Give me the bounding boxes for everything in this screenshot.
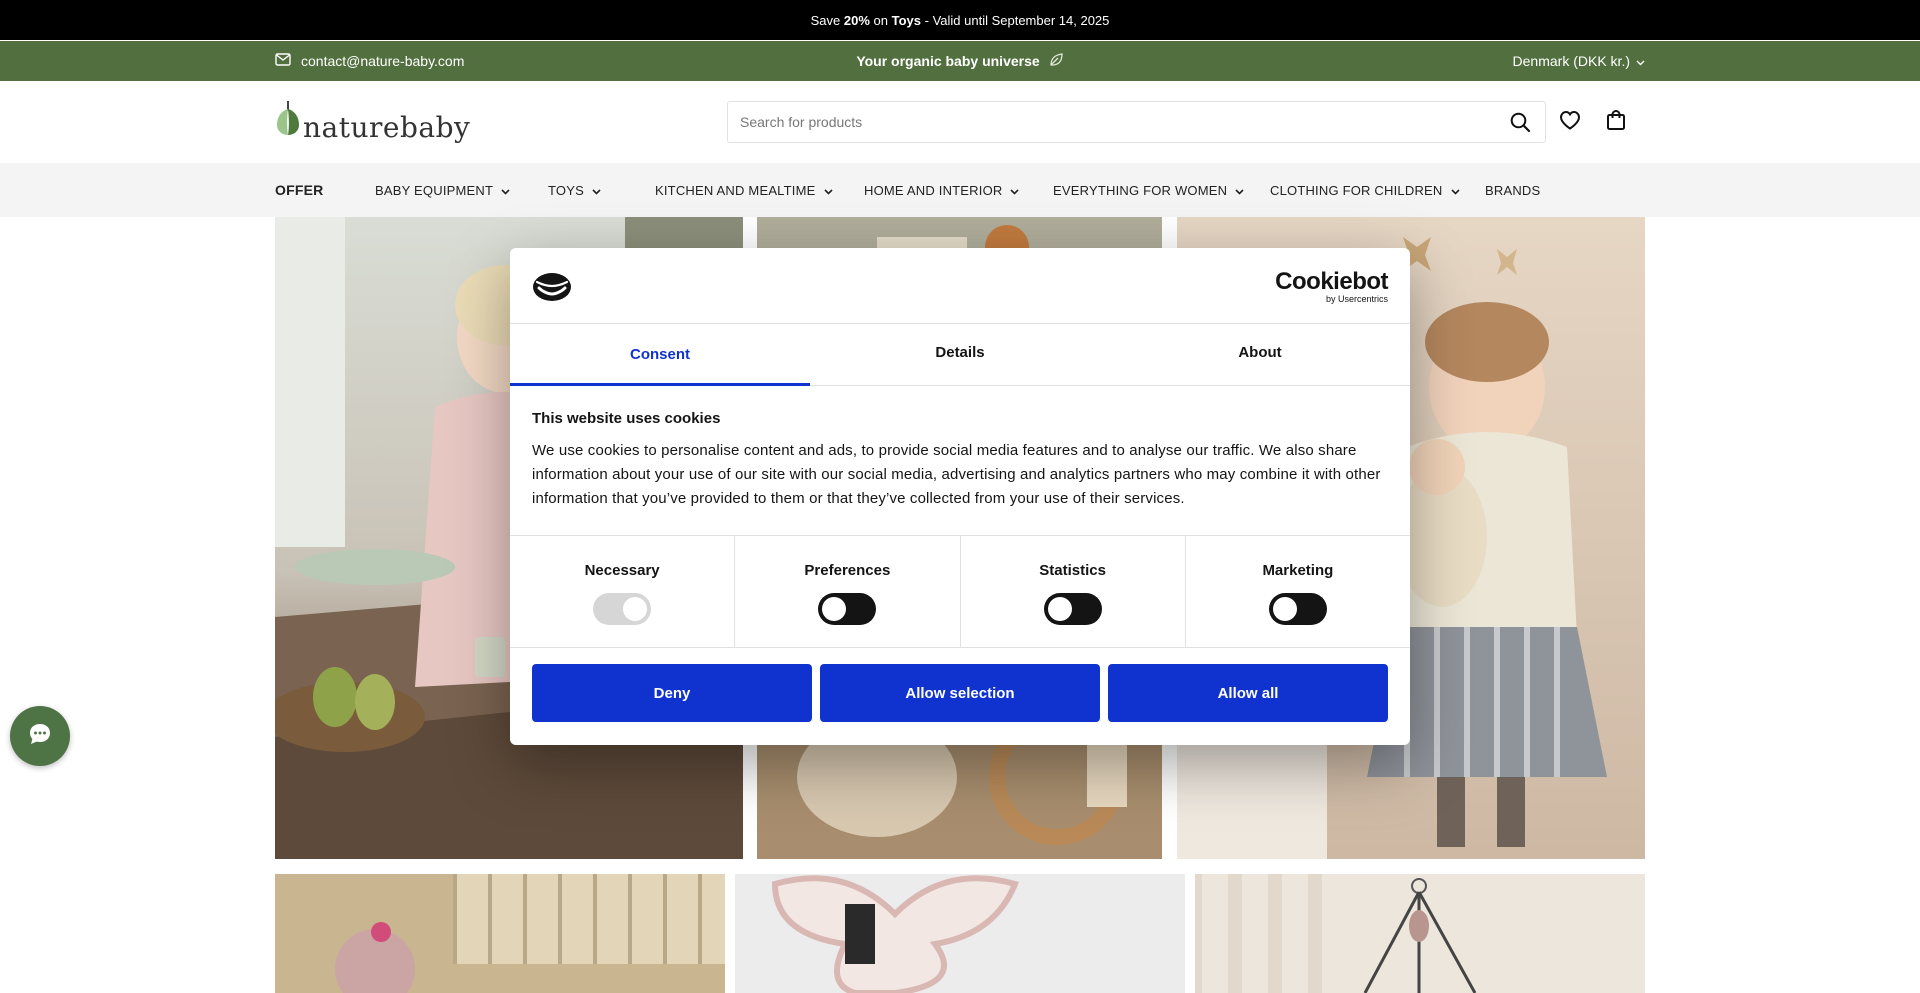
tagline-text: Your organic baby universe <box>856 53 1040 69</box>
cookie-dialog-body: This website uses cookies We use cookies… <box>532 410 1392 511</box>
category-label: Necessary <box>584 562 660 579</box>
chevron-down-icon <box>592 183 601 198</box>
cookie-dialog-description: We use cookies to personalise content an… <box>532 442 1381 507</box>
search-input[interactable] <box>740 114 1500 130</box>
nav-item-home-and-interior[interactable]: HOME AND INTERIOR <box>864 163 1020 217</box>
deny-button[interactable]: Deny <box>532 664 812 722</box>
country-selector[interactable]: Denmark (DKK kr.) <box>1513 41 1645 81</box>
chat-widget-button[interactable] <box>10 706 70 766</box>
chevron-down-icon <box>823 183 833 198</box>
nav-item-label: BRANDS <box>1485 182 1541 198</box>
heart-icon[interactable] <box>1559 110 1581 135</box>
nav-item-offer[interactable]: OFFER <box>275 163 323 217</box>
tab-details[interactable]: Details <box>810 324 1110 385</box>
cookie-category-toggles: Necessary Preferences Statistics Marketi… <box>510 535 1410 648</box>
leaf-logo-icon <box>275 99 301 144</box>
announcement-suffix: - Valid until September 14, 2025 <box>924 12 1110 28</box>
category-statistics: Statistics <box>961 536 1186 647</box>
cookie-dialog-buttons: Deny Allow selection Allow all <box>532 664 1388 722</box>
nav-item-kitchen-and-mealtime[interactable]: KITCHEN AND MEALTIME <box>655 163 833 217</box>
category-marketing: Marketing <box>1186 536 1410 647</box>
category-preferences: Preferences <box>735 536 961 647</box>
cookie-consent-dialog: Cookiebot by Usercentrics Consent Detail… <box>510 248 1410 745</box>
tab-consent[interactable]: Consent <box>510 324 810 386</box>
chevron-down-icon <box>1010 183 1020 198</box>
nav-item-toys[interactable]: TOYS <box>548 163 601 217</box>
country-label: Denmark (DKK kr.) <box>1512 53 1630 69</box>
announcement-bar: Save 20% on Toys - Valid until September… <box>0 0 1920 40</box>
nav-item-label: BABY EQUIPMENT <box>375 182 494 198</box>
leaf-icon <box>1048 52 1064 71</box>
announcement-middle: on <box>873 12 888 28</box>
tab-about[interactable]: About <box>1110 324 1410 385</box>
cookiebot-brand[interactable]: Cookiebot by Usercentrics <box>1275 268 1388 305</box>
nav-item-baby-equipment[interactable]: BABY EQUIPMENT <box>375 163 510 217</box>
main-navigation: OFFER BABY EQUIPMENT TOYS KITCHEN AND ME… <box>0 163 1920 217</box>
category-label: Marketing <box>1262 562 1334 579</box>
cookie-logo-icon <box>532 270 572 307</box>
allow-all-button[interactable]: Allow all <box>1108 664 1388 722</box>
chat-bubble-icon <box>25 719 55 754</box>
site-logo[interactable]: naturebaby <box>275 99 470 144</box>
nav-item-label: HOME AND INTERIOR <box>864 182 1003 198</box>
cookie-dialog-header: Cookiebot by Usercentrics <box>510 248 1410 324</box>
preferences-toggle[interactable] <box>818 593 877 625</box>
shopping-bag-icon[interactable] <box>1606 109 1626 136</box>
nav-item-label: EVERYTHING FOR WOMEN <box>1053 182 1228 198</box>
nav-item-label: OFFER <box>275 182 324 198</box>
chevron-down-icon <box>501 183 510 198</box>
search-icon[interactable] <box>1510 112 1531 138</box>
cookiebot-brand-sub: by Usercentrics <box>1325 294 1388 304</box>
cookiebot-brand-name: Cookiebot <box>1275 268 1388 295</box>
nav-item-label: TOYS <box>548 182 584 198</box>
announcement-discount: 20% <box>843 12 870 28</box>
product-tile-image-1[interactable] <box>275 874 725 993</box>
chevron-down-icon <box>1450 183 1460 198</box>
chevron-down-icon <box>1636 53 1645 69</box>
cookie-dialog-title: This website uses cookies <box>532 410 721 427</box>
announcement-prefix: Save <box>810 12 841 28</box>
nav-item-label: CLOTHING FOR CHILDREN <box>1270 182 1443 198</box>
product-tile-image-3[interactable] <box>1195 874 1645 993</box>
nav-item-label: KITCHEN AND MEALTIME <box>655 182 816 198</box>
product-tile-image-2[interactable] <box>735 874 1185 993</box>
cookie-dialog-tabs: Consent Details About <box>510 324 1410 386</box>
logo-text: naturebaby <box>303 111 471 144</box>
statistics-toggle[interactable] <box>1043 593 1102 625</box>
nav-item-everything-for-women[interactable]: EVERYTHING FOR WOMEN <box>1053 163 1244 217</box>
chevron-down-icon <box>1235 183 1244 198</box>
nav-item-brands[interactable]: BRANDS <box>1485 163 1540 217</box>
category-label: Statistics <box>1039 562 1106 579</box>
site-header: naturebaby <box>0 81 1920 163</box>
necessary-toggle <box>593 593 652 625</box>
top-info-bar: contact@nature-baby.com Your organic bab… <box>0 41 1920 81</box>
allow-selection-button[interactable]: Allow selection <box>820 664 1100 722</box>
nav-item-clothing-for-children[interactable]: CLOTHING FOR CHILDREN <box>1270 163 1460 217</box>
category-necessary: Necessary <box>510 536 736 647</box>
category-label: Preferences <box>804 562 891 579</box>
marketing-toggle[interactable] <box>1268 593 1327 625</box>
announcement-category: Toys <box>891 12 921 28</box>
search-box[interactable] <box>727 101 1546 143</box>
